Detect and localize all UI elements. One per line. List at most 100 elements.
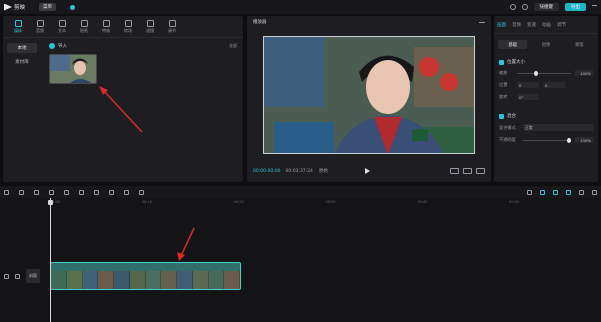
freeze-icon[interactable]	[79, 189, 84, 195]
position-y-field[interactable]: 0	[543, 82, 565, 88]
section-checkbox[interactable]	[499, 59, 504, 65]
fullscreen-icon[interactable]	[476, 168, 485, 174]
side-item-library[interactable]: 素材库	[7, 57, 37, 67]
delete-icon[interactable]	[64, 189, 69, 195]
ruler-mark: 00:40	[417, 200, 428, 204]
rotate-icon[interactable]	[124, 189, 129, 195]
slider-knob[interactable]	[533, 70, 538, 76]
subtab-keying[interactable]: 抠像	[531, 40, 560, 49]
tab-label: 贴纸	[80, 27, 88, 33]
player-menu-icon[interactable]	[479, 21, 485, 23]
audio-icon	[36, 19, 44, 27]
scale-value[interactable]: 100%	[575, 70, 593, 76]
blend-mode-label: 混合模式	[499, 124, 516, 130]
tab-label: 音频	[36, 27, 44, 33]
redo-icon[interactable]	[34, 189, 39, 195]
opacity-slider[interactable]	[523, 137, 571, 143]
tab-speed[interactable]: 变速	[527, 22, 536, 28]
sticker-icon	[80, 19, 88, 27]
section-checkbox[interactable]	[499, 113, 504, 119]
tab-picture[interactable]: 画面	[497, 22, 506, 28]
import-row[interactable]: 导入	[43, 39, 243, 53]
magnet-icon[interactable]	[553, 189, 558, 195]
ruler-mark: 00:30	[325, 200, 336, 204]
tab-text[interactable]: 文本	[51, 16, 73, 37]
video-frame-image	[264, 37, 474, 153]
rotate-row: 旋转 0°	[494, 91, 598, 103]
opacity-row: 不透明度 100%	[494, 134, 598, 146]
tab-media[interactable]: 媒体	[7, 16, 29, 37]
tab-filter[interactable]: 滤镜	[139, 16, 161, 37]
tab-audio[interactable]: 音频	[29, 16, 51, 37]
microphone-icon[interactable]	[527, 189, 532, 195]
track-header: 封面	[4, 269, 40, 283]
transition-icon	[124, 19, 132, 27]
crop-icon[interactable]	[139, 189, 144, 195]
tab-audio-props[interactable]: 音频	[512, 22, 521, 28]
zoom-out-icon[interactable]	[579, 189, 584, 195]
import-label: 导入	[58, 44, 67, 49]
settings-icon[interactable]	[521, 4, 528, 10]
opacity-value[interactable]: 100%	[575, 137, 593, 143]
timeline-ruler[interactable]: 00:00 00:10 00:20 00:30 00:40 00:50	[50, 200, 601, 206]
tab-adjust-props[interactable]: 调节	[557, 22, 566, 28]
reverse-icon[interactable]	[94, 189, 99, 195]
video-clip[interactable]	[50, 262, 241, 290]
ratio-dropdown[interactable]: 原始	[319, 168, 328, 174]
subtab-basic[interactable]: 基础	[498, 40, 528, 49]
draft-status-icon	[70, 4, 76, 10]
blend-mode-dropdown[interactable]: 正常	[523, 124, 593, 131]
tab-sticker[interactable]: 贴纸	[73, 16, 95, 37]
clip-frame	[51, 271, 67, 289]
fit-icon[interactable]	[450, 168, 459, 174]
subtab-mask[interactable]: 蒙版	[565, 40, 594, 49]
clip-frame	[177, 271, 193, 289]
section-position-size[interactable]: 位置大小	[494, 55, 598, 67]
minimize-icon[interactable]	[592, 4, 597, 10]
sort-dropdown[interactable]: 全部	[229, 43, 237, 49]
timecode-total: 00:03:37:24	[285, 168, 313, 174]
tab-transition[interactable]: 转场	[117, 16, 139, 37]
rotate-field[interactable]: 0°	[517, 94, 539, 100]
media-icon	[14, 19, 22, 27]
tab-animation[interactable]: 动画	[542, 22, 551, 28]
media-thumbnail[interactable]	[49, 54, 97, 84]
import-icon	[49, 43, 55, 49]
eye-icon[interactable]	[15, 273, 20, 279]
thumbnail-image	[50, 55, 96, 83]
video-preview[interactable]	[263, 36, 475, 154]
side-item-local[interactable]: 本地	[7, 43, 37, 53]
lock-icon[interactable]	[4, 273, 9, 279]
clip-frame	[192, 271, 209, 289]
ratio-icon[interactable]	[463, 168, 472, 174]
export-button[interactable]: 导出	[565, 3, 586, 11]
clip-frame	[114, 271, 130, 289]
menu-button[interactable]: 菜单	[39, 3, 57, 11]
playhead[interactable]	[50, 198, 51, 322]
slider-knob[interactable]	[567, 137, 571, 143]
undo-icon[interactable]	[19, 189, 24, 195]
text-icon	[58, 19, 66, 27]
position-x-field[interactable]: 0	[517, 82, 539, 88]
ruler-mark: 00:00	[50, 200, 61, 204]
media-panel: 媒体 音频 文本 贴纸 特效 转场 滤镜 调节 本地 素材库 导入 全部	[3, 16, 243, 182]
mirror-icon[interactable]	[109, 189, 114, 195]
link-icon[interactable]	[540, 189, 545, 195]
tab-adjust[interactable]: 调节	[161, 16, 183, 37]
cover-button[interactable]: 封面	[26, 269, 40, 283]
tab-effects[interactable]: 特效	[95, 16, 117, 37]
help-icon[interactable]	[509, 4, 516, 10]
zoom-in-icon[interactable]	[592, 189, 597, 195]
clip-frame	[66, 271, 83, 289]
tab-label: 媒体	[14, 27, 22, 33]
player-panel: 播放器 00:00:00:00 00:03:37:24 原始	[247, 16, 491, 182]
properties-panel: 画面 音频 变速 动画 调节 基础 抠像 蒙版 位置大小 缩放 100% 位置 …	[494, 16, 598, 182]
shortcut-button[interactable]: 快捷键	[533, 3, 559, 11]
adjust-icon	[168, 19, 176, 27]
scale-slider[interactable]	[517, 70, 571, 76]
preview-axis-icon[interactable]	[566, 189, 571, 195]
split-icon[interactable]	[49, 189, 54, 195]
play-icon[interactable]	[365, 168, 370, 174]
section-blend[interactable]: 混合	[494, 109, 598, 121]
select-tool-icon[interactable]	[4, 189, 9, 195]
